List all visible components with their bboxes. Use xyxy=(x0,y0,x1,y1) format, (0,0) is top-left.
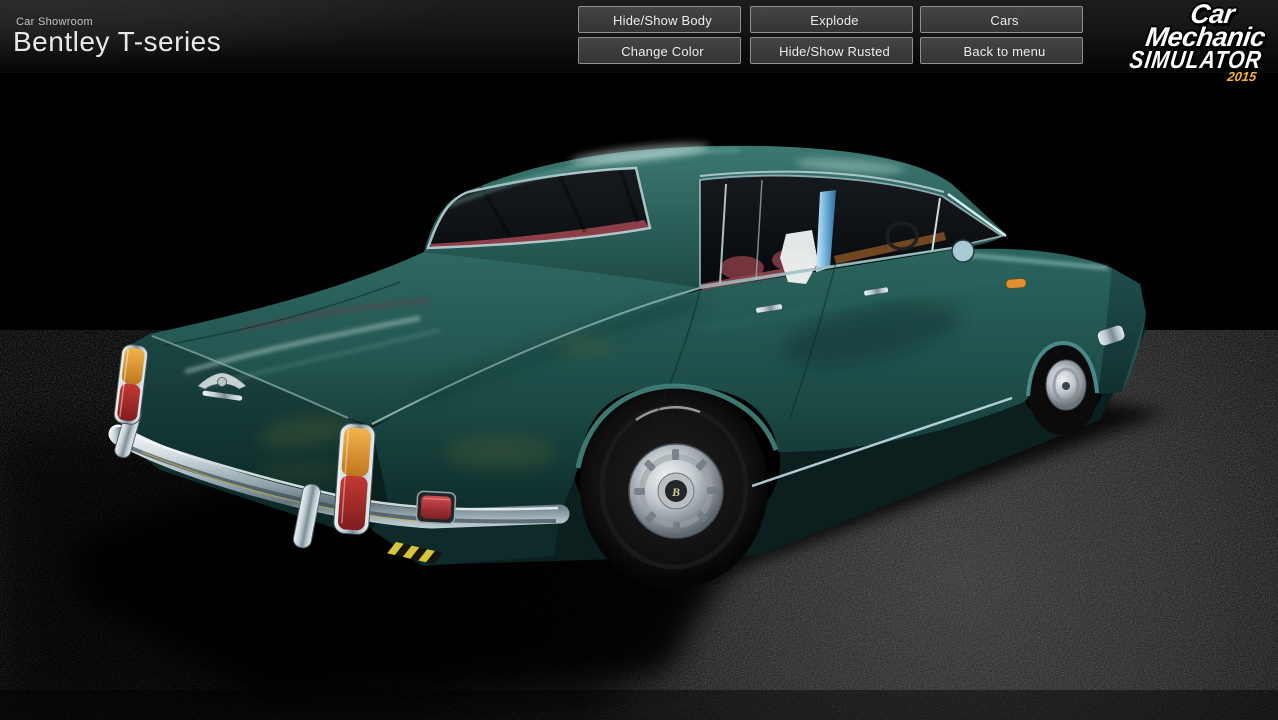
rear-wheel: B xyxy=(580,385,768,589)
change-color-button[interactable]: Change Color xyxy=(578,37,741,64)
top-bar: Car Showroom Bentley T-series Hide/Show … xyxy=(0,0,1278,73)
explode-button[interactable]: Explode xyxy=(750,6,913,33)
back-to-menu-button[interactable]: Back to menu xyxy=(920,37,1083,64)
cars-button[interactable]: Cars xyxy=(920,6,1083,33)
tail-light-right xyxy=(333,423,376,535)
wheel-badge-b: B xyxy=(671,485,680,499)
showroom-viewport[interactable]: B xyxy=(0,0,1278,720)
hide-show-body-button[interactable]: Hide/Show Body xyxy=(578,6,741,33)
page-title: Bentley T-series xyxy=(13,26,221,58)
side-mirror xyxy=(952,240,974,262)
hide-show-rusted-button[interactable]: Hide/Show Rusted xyxy=(750,37,913,64)
side-reflector xyxy=(416,491,456,524)
game-window: B xyxy=(0,0,1278,720)
front-side-marker xyxy=(1006,278,1027,288)
